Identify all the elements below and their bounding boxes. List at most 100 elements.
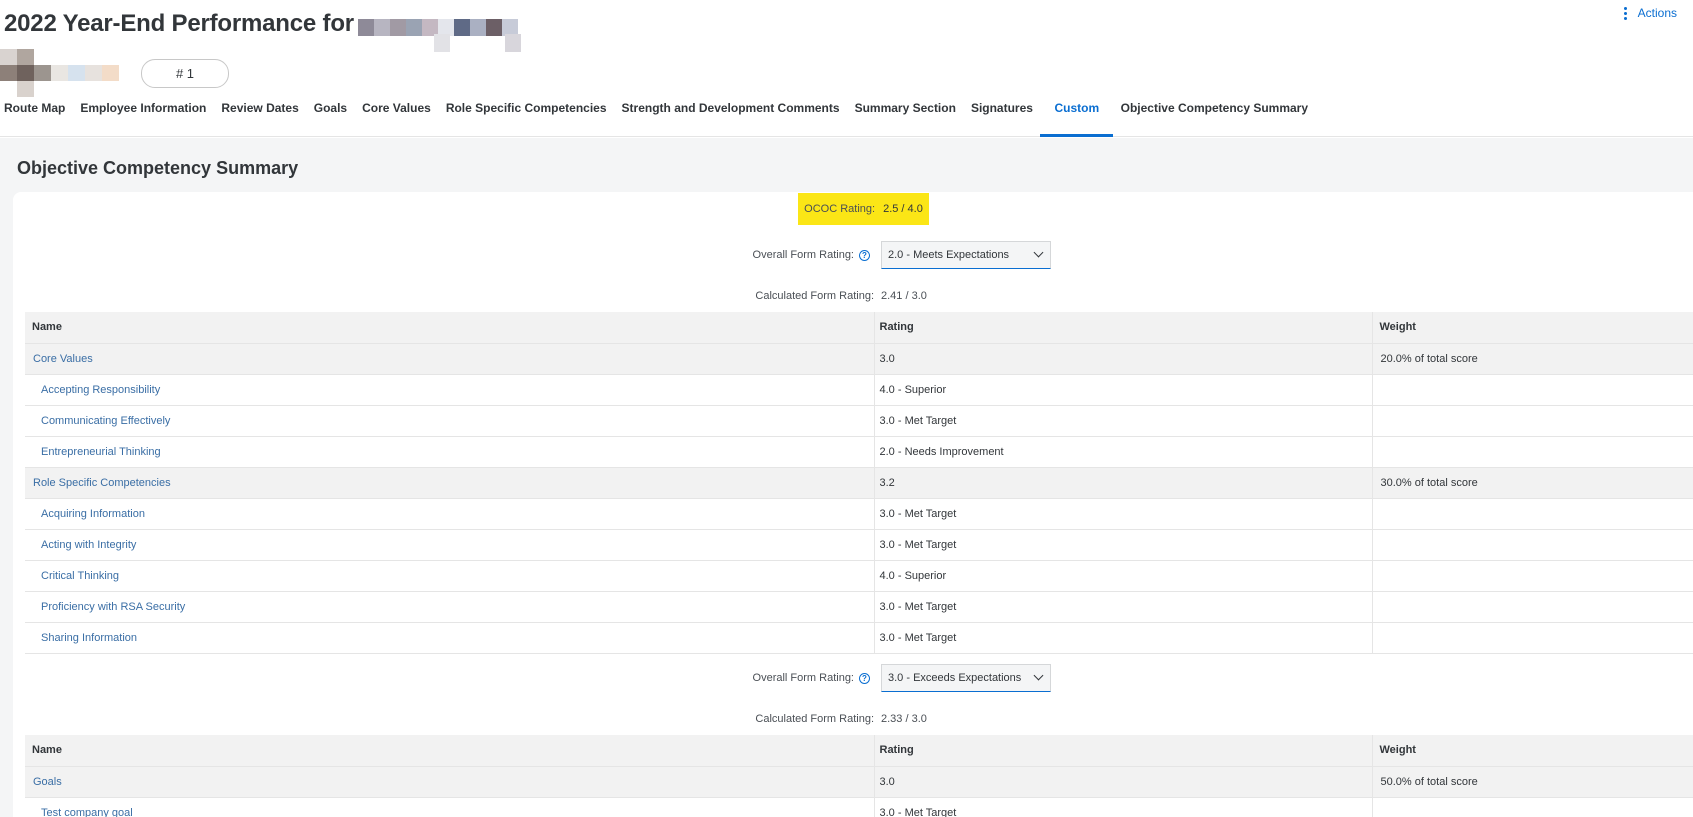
table-row: Sharing Information 3.0 - Met Target: [25, 622, 1693, 654]
table-row: Critical Thinking 4.0 - Superior: [25, 560, 1693, 592]
overall-form-rating-select[interactable]: 2.0 - Meets Expectations: [881, 241, 1051, 269]
row-weight: 50.0% of total score: [1372, 766, 1693, 798]
table-row: Entrepreneurial Thinking 2.0 - Needs Imp…: [25, 436, 1693, 468]
tab-goals[interactable]: Goals: [306, 97, 354, 137]
chevron-down-icon: [1033, 247, 1044, 258]
table-row: Acting with Integrity 3.0 - Met Target: [25, 529, 1693, 561]
tab-role-specific-competencies[interactable]: Role Specific Competencies: [438, 97, 614, 137]
row-rating: 3.0: [874, 766, 1373, 798]
tab-signatures[interactable]: Signatures: [963, 97, 1040, 137]
calculated-form-rating-value-row: 2.41 / 3.0: [881, 290, 927, 302]
more-vertical-icon: [1623, 6, 1628, 20]
row-rating: 3.0 - Met Target: [874, 529, 1373, 561]
row-weight: [1372, 436, 1693, 468]
actions-menu[interactable]: Actions: [1623, 6, 1677, 20]
tab-route-map[interactable]: Route Map: [0, 97, 73, 137]
row-name-link[interactable]: Proficiency with RSA Security: [25, 591, 875, 623]
goals-table: Name Rating Weight Goals 3.0 50.0% of to…: [25, 735, 1693, 817]
table-row: Role Specific Competencies 3.2 30.0% of …: [25, 467, 1693, 499]
overall-form-rating-value: 2.0 - Meets Expectations: [888, 249, 1010, 261]
row-rating: 3.0: [874, 343, 1373, 375]
row-name-link[interactable]: Sharing Information: [25, 622, 875, 654]
tab-objective-competency-summary[interactable]: Objective Competency Summary: [1113, 97, 1315, 137]
tab-custom[interactable]: Custom: [1040, 97, 1113, 137]
calculated-form-rating-value: 2.41 / 3.0: [881, 290, 927, 302]
tab-summary-section[interactable]: Summary Section: [847, 97, 963, 137]
redacted-employee-name: [357, 18, 518, 36]
row-rating: 3.0 - Met Target: [874, 591, 1373, 623]
column-weight: Weight: [1372, 735, 1693, 767]
redacted-pixel: [434, 34, 450, 52]
row-weight: [1372, 374, 1693, 406]
table-row: Goals 3.0 50.0% of total score: [25, 766, 1693, 798]
tab-employee-information[interactable]: Employee Information: [73, 97, 214, 137]
row-rating: 3.2: [874, 467, 1373, 499]
row-rating: 3.0 - Met Target: [874, 622, 1373, 654]
calculated-form-rating-row: Calculated Form Rating:: [700, 290, 874, 302]
table-row: Acquiring Information 3.0 - Met Target: [25, 498, 1693, 530]
row-rating: 3.0 - Met Target: [874, 797, 1373, 817]
overall-form-rating-label: Overall Form Rating:: [752, 672, 854, 684]
row-weight: [1372, 405, 1693, 437]
section-tabs: Route Map Employee Information Review Da…: [0, 97, 1316, 137]
redacted-pixel: [505, 34, 521, 52]
calculated-form-rating-row-2: Calculated Form Rating:: [700, 713, 874, 725]
actions-label: Actions: [1637, 6, 1677, 20]
redacted-avatar: [0, 49, 119, 97]
overall-form-rating-row-2: Overall Form Rating: ?: [700, 672, 870, 684]
row-name-link[interactable]: Acting with Integrity: [25, 529, 875, 561]
row-weight: [1372, 529, 1693, 561]
overall-form-rating-select-2[interactable]: 3.0 - Exceeds Expectations: [881, 664, 1051, 692]
tab-review-dates[interactable]: Review Dates: [214, 97, 306, 137]
column-name: Name: [25, 735, 875, 767]
form-number-badge[interactable]: # 1: [141, 59, 229, 88]
ococ-rating-highlight: OCOC Rating: 2.5 / 4.0: [798, 193, 929, 225]
row-name-link[interactable]: Acquiring Information: [25, 498, 875, 530]
column-weight: Weight: [1372, 312, 1693, 344]
column-rating: Rating: [874, 735, 1373, 767]
page-header: 2022 Year-End Performance for # 1 Action…: [0, 0, 1693, 137]
row-weight: 30.0% of total score: [1372, 467, 1693, 499]
row-weight: [1372, 498, 1693, 530]
row-rating: 3.0 - Met Target: [874, 498, 1373, 530]
table-row: Accepting Responsibility 4.0 - Superior: [25, 374, 1693, 406]
row-name-link[interactable]: Entrepreneurial Thinking: [25, 436, 875, 468]
column-name: Name: [25, 312, 875, 344]
help-icon[interactable]: ?: [859, 672, 870, 684]
overall-form-rating-label: Overall Form Rating:: [752, 249, 854, 261]
row-name-link[interactable]: Communicating Effectively: [25, 405, 875, 437]
overall-form-rating-row: Overall Form Rating: ?: [700, 249, 870, 261]
table-header-row: Name Rating Weight: [25, 312, 1693, 344]
table-row: Proficiency with RSA Security 3.0 - Met …: [25, 591, 1693, 623]
page-title: 2022 Year-End Performance for: [4, 10, 354, 37]
row-rating: 2.0 - Needs Improvement: [874, 436, 1373, 468]
row-weight: 20.0% of total score: [1372, 343, 1693, 375]
competency-table: Name Rating Weight Core Values 3.0 20.0%…: [25, 312, 1693, 654]
table-header-row: Name Rating Weight: [25, 735, 1693, 767]
ococ-rating-value: 2.5 / 4.0: [883, 203, 923, 215]
table-row: Core Values 3.0 20.0% of total score: [25, 343, 1693, 375]
column-rating: Rating: [874, 312, 1373, 344]
row-name-link[interactable]: Accepting Responsibility: [25, 374, 875, 406]
table-row: Communicating Effectively 3.0 - Met Targ…: [25, 405, 1693, 437]
row-name-link[interactable]: Role Specific Competencies: [25, 467, 875, 499]
row-name-link[interactable]: Test company goal: [25, 797, 875, 817]
calculated-form-rating-value-row-2: 2.33 / 3.0: [881, 713, 927, 725]
calculated-form-rating-label: Calculated Form Rating:: [755, 290, 874, 302]
calculated-form-rating-label: Calculated Form Rating:: [755, 713, 874, 725]
overall-form-rating-value: 3.0 - Exceeds Expectations: [888, 672, 1022, 684]
row-weight: [1372, 797, 1693, 817]
row-name-link[interactable]: Critical Thinking: [25, 560, 875, 592]
help-icon[interactable]: ?: [859, 249, 870, 261]
row-rating: 4.0 - Superior: [874, 374, 1373, 406]
row-rating: 3.0 - Met Target: [874, 405, 1373, 437]
section-title: Objective Competency Summary: [17, 158, 299, 178]
chevron-down-icon: [1033, 670, 1044, 681]
tab-strength-development-comments[interactable]: Strength and Development Comments: [614, 97, 847, 137]
row-name-link[interactable]: Core Values: [25, 343, 875, 375]
ococ-rating-label: OCOC Rating:: [804, 203, 876, 215]
row-weight: [1372, 622, 1693, 654]
tab-core-values[interactable]: Core Values: [355, 97, 439, 137]
row-rating: 4.0 - Superior: [874, 560, 1373, 592]
row-name-link[interactable]: Goals: [25, 766, 875, 798]
